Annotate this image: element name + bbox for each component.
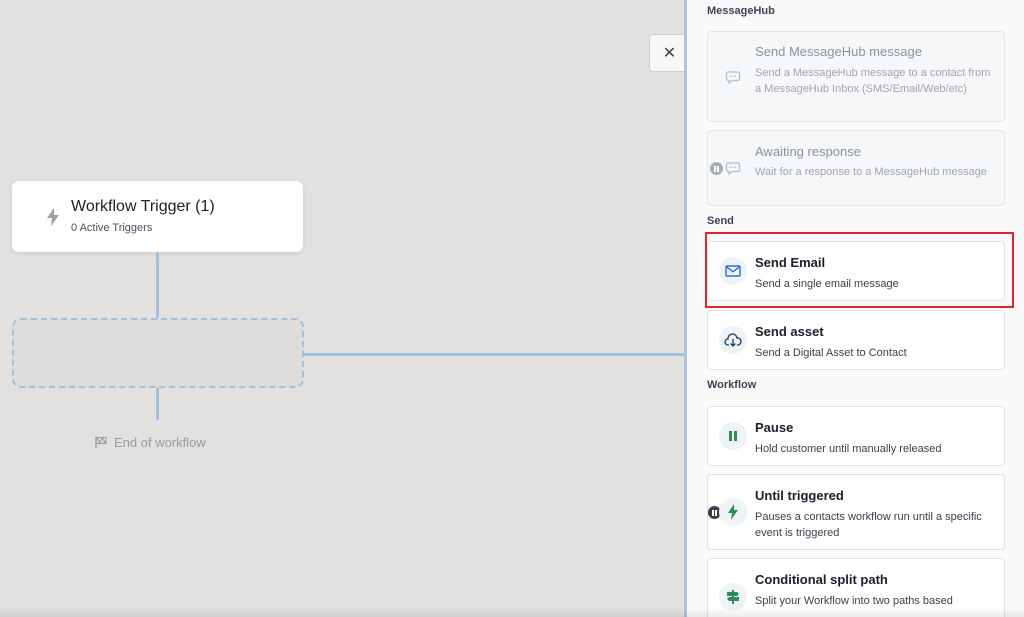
pause-icon xyxy=(719,422,747,450)
card-description: Wait for a response to a MessageHub mess… xyxy=(755,166,987,178)
card-description: Send a Digital Asset to Contact xyxy=(755,347,907,359)
card-pause[interactable]: Pause Hold customer until manually relea… xyxy=(707,406,1005,466)
workflow-canvas[interactable]: Workflow Trigger (1) 0 Active Triggers E… xyxy=(0,0,686,617)
card-description: Hold customer until manually released xyxy=(755,443,942,455)
card-title: Until triggered xyxy=(755,488,844,503)
card-description: Split your Workflow into two paths based xyxy=(755,595,953,607)
close-icon: ✕ xyxy=(662,45,677,62)
card-title: Send MessageHub message xyxy=(755,44,922,59)
card-title: Send Email xyxy=(755,255,826,270)
card-description: Pauses a contacts workflow run until a s… xyxy=(755,511,982,539)
card-title: Send asset xyxy=(755,324,824,339)
section-send: Send xyxy=(707,215,734,227)
end-of-workflow: End of workflow xyxy=(94,435,206,450)
card-awaiting-response[interactable]: Awaiting response Wait for a response to… xyxy=(707,130,1005,206)
card-description: Send a single email message xyxy=(755,278,899,290)
end-of-workflow-label: End of workflow xyxy=(114,435,206,450)
envelope-icon xyxy=(719,257,747,285)
section-messagehub: MessageHub xyxy=(707,5,775,17)
connector-line xyxy=(156,388,159,420)
signpost-icon xyxy=(719,583,747,611)
card-title: Awaiting response xyxy=(755,144,861,159)
lightning-icon xyxy=(47,208,59,226)
connector-line xyxy=(304,353,686,356)
trigger-subtitle: 0 Active Triggers xyxy=(71,222,153,234)
card-send-asset[interactable]: Send asset Send a Digital Asset to Conta… xyxy=(707,310,1005,370)
trigger-title: Workflow Trigger (1) xyxy=(71,198,215,215)
step-picker-panel: MessageHub Send MessageHub message Send … xyxy=(687,0,1024,617)
card-until-triggered[interactable]: Until triggered Pauses a contacts workfl… xyxy=(707,474,1005,550)
card-title: Pause xyxy=(755,420,794,435)
section-workflow: Workflow xyxy=(707,379,757,391)
card-conditional-split[interactable]: Conditional split path Split your Workfl… xyxy=(707,558,1005,617)
card-description: Send a MessageHub message to a contact f… xyxy=(755,67,991,95)
close-panel-button[interactable]: ✕ xyxy=(649,34,689,72)
workflow-trigger-node[interactable]: Workflow Trigger (1) 0 Active Triggers xyxy=(12,181,303,252)
card-send-email[interactable]: Send Email Send a single email message xyxy=(707,241,1005,301)
card-title: Conditional split path xyxy=(755,572,888,587)
connector-line xyxy=(156,252,159,318)
step-drop-zone[interactable] xyxy=(12,318,304,388)
finish-flag-icon xyxy=(95,436,107,448)
chat-bubble-icon xyxy=(719,154,747,182)
card-send-messagehub[interactable]: Send MessageHub message Send a MessageHu… xyxy=(707,31,1005,122)
lightning-icon xyxy=(719,498,747,526)
cloud-download-icon xyxy=(719,326,747,354)
chat-bubble-icon xyxy=(719,63,747,91)
